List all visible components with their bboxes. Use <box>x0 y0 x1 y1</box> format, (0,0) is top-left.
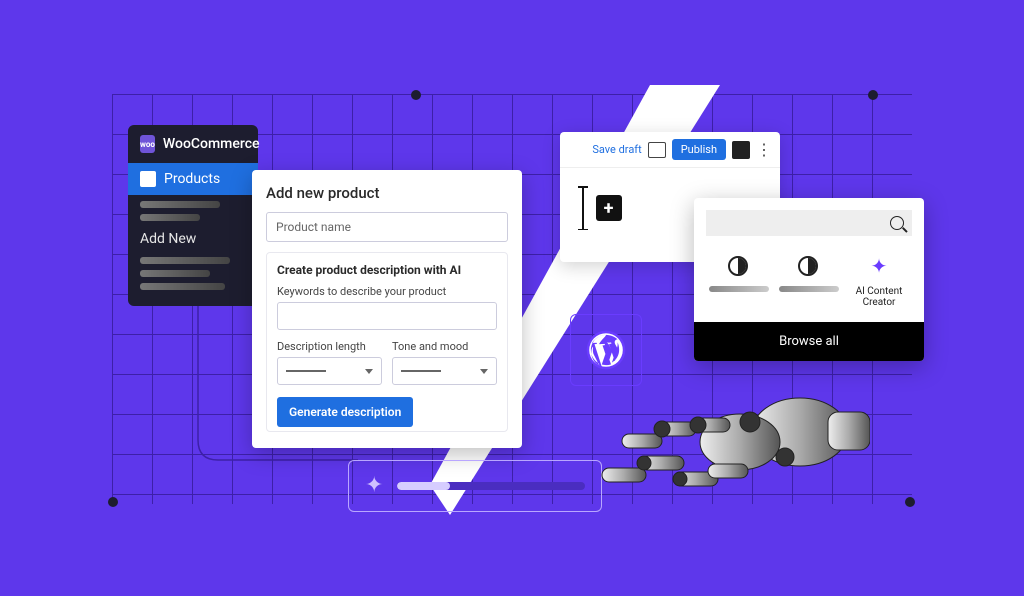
sidebar-item-products[interactable]: Products <box>128 163 258 195</box>
panel-title: Add new product <box>266 184 508 202</box>
keywords-label: Keywords to describe your product <box>277 285 497 298</box>
bag-icon <box>140 171 156 187</box>
select-placeholder <box>401 370 441 372</box>
publish-button[interactable]: Publish <box>672 139 726 160</box>
block-option-generic-1[interactable] <box>709 256 769 308</box>
block-option-ai-content[interactable]: ✦ AI Content Creator <box>849 256 909 308</box>
wordpress-icon <box>585 329 627 371</box>
search-icon <box>890 216 904 230</box>
view-toggle-icon[interactable] <box>732 141 750 159</box>
contrast-icon <box>798 256 818 276</box>
tone-label: Tone and mood <box>392 340 497 353</box>
ai-heading: Create product description with AI <box>277 263 497 277</box>
ai-description-box: Create product description with AI Keywo… <box>266 252 508 432</box>
sidebar-placeholder <box>140 283 225 290</box>
sidebar-item-label: Products <box>164 171 220 187</box>
product-name-input[interactable]: Product name <box>266 212 508 242</box>
text-cursor-icon <box>582 186 584 230</box>
sidebar-placeholder <box>140 270 210 277</box>
sparkle-icon: ✦ <box>365 475 383 497</box>
select-placeholder <box>286 370 326 372</box>
sidebar-placeholder <box>140 257 230 264</box>
block-search-input[interactable] <box>706 210 912 236</box>
save-draft-link[interactable]: Save draft <box>592 143 641 156</box>
chevron-down-icon <box>365 369 373 374</box>
chevron-down-icon <box>480 369 488 374</box>
add-block-button[interactable]: + <box>596 195 622 221</box>
block-picker-popover: ✦ AI Content Creator Browse all <box>694 198 924 361</box>
editor-toolbar: Save draft Publish ⋮ <box>560 132 780 168</box>
length-label: Description length <box>277 340 382 353</box>
add-product-panel: Add new product Product name Create prod… <box>252 170 522 448</box>
preview-icon[interactable] <box>648 142 666 158</box>
sidebar-heading: woo WooCommerce <box>128 125 258 163</box>
browse-all-button[interactable]: Browse all <box>694 322 924 361</box>
decor-dot <box>905 497 915 507</box>
decor-dot <box>411 90 421 100</box>
wordpress-badge <box>570 314 642 386</box>
block-label-placeholder <box>779 286 839 292</box>
description-length-select[interactable] <box>277 357 382 385</box>
woocommerce-logo-icon: woo <box>140 135 155 153</box>
progress-fill <box>397 482 450 490</box>
sidebar-item-label: Add New <box>140 231 196 247</box>
sidebar-item-add-new[interactable]: Add New <box>128 227 258 251</box>
decor-dot <box>108 497 118 507</box>
contrast-icon <box>728 256 748 276</box>
keywords-input[interactable] <box>277 302 497 330</box>
block-label-placeholder <box>709 286 769 292</box>
more-menu-icon[interactable]: ⋮ <box>756 142 772 158</box>
generate-description-button[interactable]: Generate description <box>277 397 413 427</box>
sidebar-title: WooCommerce <box>163 136 260 152</box>
sidebar-placeholder <box>140 214 200 221</box>
woocommerce-sidebar: woo WooCommerce Products Add New <box>128 125 258 306</box>
progress-track <box>397 482 585 490</box>
sidebar-placeholder <box>140 201 220 208</box>
ai-prompt-bar[interactable]: ✦ <box>348 460 602 512</box>
decor-dot <box>868 90 878 100</box>
tone-mood-select[interactable] <box>392 357 497 385</box>
sparkle-icon: ✦ <box>868 256 890 278</box>
block-option-generic-2[interactable] <box>779 256 839 308</box>
block-label: AI Content Creator <box>849 286 909 308</box>
